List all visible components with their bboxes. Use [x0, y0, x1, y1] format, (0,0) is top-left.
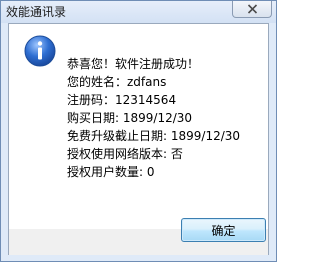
message-line-upgrade-deadline: 免费升级截止日期: 1899/12/30 — [67, 129, 241, 143]
close-icon — [247, 4, 258, 14]
message-line-network-version: 授权使用网络版本: 否 — [67, 147, 183, 161]
message-line-code: 注册码：12314564 — [67, 93, 177, 107]
title-bar[interactable]: 效能通讯录 — [1, 1, 276, 23]
info-icon — [24, 35, 56, 67]
message-line-purchase-date: 购买日期: 1899/12/30 — [67, 111, 193, 125]
message-line-name: 您的姓名：zdfans — [67, 75, 167, 89]
message-line-user-count: 授权用户数量: 0 — [67, 165, 155, 179]
message-line-congrats: 恭喜您！软件注册成功！ — [67, 57, 200, 71]
window-title: 效能通讯录 — [6, 5, 67, 19]
close-button[interactable] — [232, 1, 272, 18]
ok-button[interactable]: 确定 — [181, 218, 266, 242]
